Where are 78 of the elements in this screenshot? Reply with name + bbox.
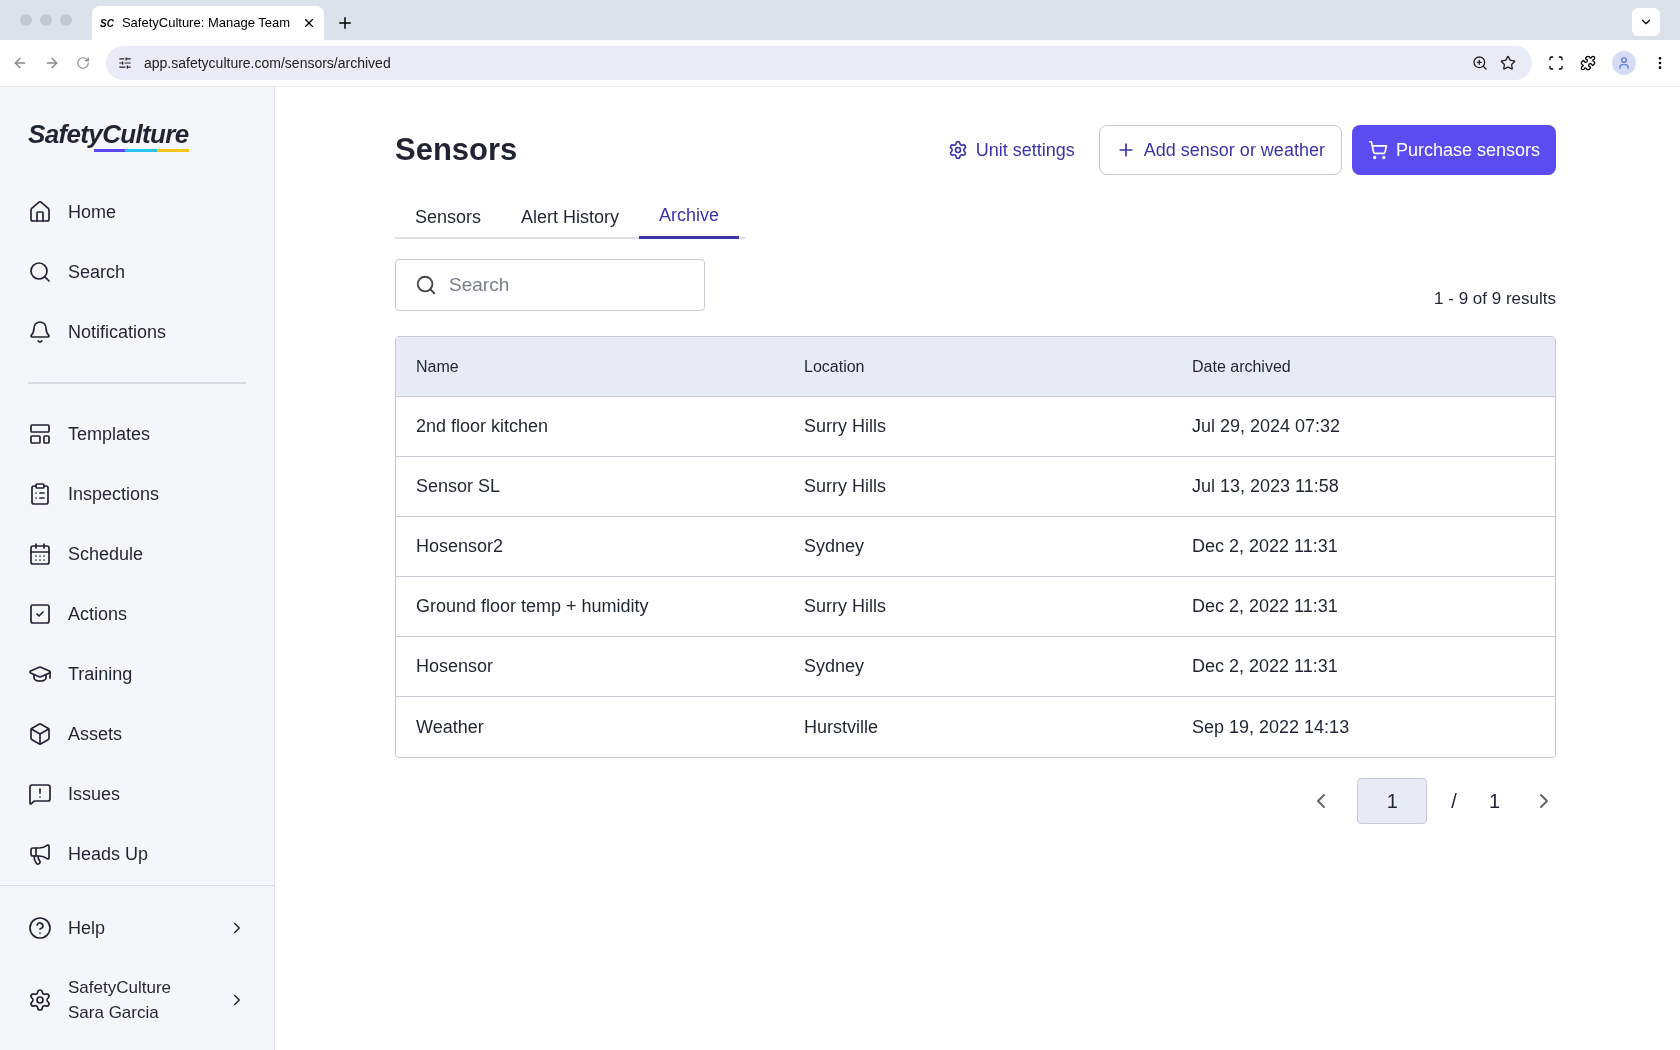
- page-number-field[interactable]: 1: [1357, 778, 1428, 824]
- screenshot-icon[interactable]: [1548, 55, 1564, 71]
- cart-icon: [1367, 140, 1388, 160]
- cube-icon: [28, 722, 52, 746]
- nav-item[interactable]: Heads Up: [0, 824, 274, 884]
- table-cell-text: Jul 13, 2023 11:58: [1192, 475, 1340, 498]
- close-icon[interactable]: [302, 16, 316, 30]
- nav-item[interactable]: Home: [0, 182, 274, 242]
- nav-item[interactable]: Templates: [0, 404, 274, 464]
- megaphone-icon: [28, 842, 52, 866]
- column-header: Name: [416, 356, 460, 377]
- search-icon: [415, 274, 437, 296]
- logo: SafetyCulture: [28, 121, 189, 152]
- clipboard-icon: [28, 482, 52, 506]
- checkbox-icon: [28, 602, 52, 626]
- home-icon: [28, 200, 52, 224]
- bell-icon: [28, 320, 52, 344]
- calendar-icon: [28, 542, 52, 566]
- table-cell-text: Surry Hills: [804, 475, 887, 498]
- table-cell-text: Surry Hills: [804, 415, 887, 438]
- table-cell-text: Dec 2, 2022 11:31: [1192, 535, 1339, 558]
- table-cell-text: 2nd floor kitchen: [416, 415, 550, 438]
- browser-tab[interactable]: SC SafetyCulture: Manage Team: [92, 6, 324, 40]
- results-count: 1 - 9 of 9 results: [1434, 287, 1556, 310]
- nav-item[interactable]: Schedule: [0, 524, 274, 584]
- table-cell-text: Hosensor: [416, 655, 495, 678]
- alert-message-icon: [28, 782, 52, 806]
- new-tab-icon[interactable]: [336, 14, 354, 32]
- table-cell-text: Jul 29, 2024 07:32: [1192, 415, 1342, 438]
- tab[interactable]: Archive: [639, 195, 740, 239]
- nav-item[interactable]: Actions: [0, 584, 274, 644]
- star-icon[interactable]: [1500, 55, 1516, 71]
- table-cell-text: Ground floor temp + humidity: [416, 595, 650, 618]
- add-sensor-button[interactable]: Add sensor or weather: [1098, 125, 1342, 175]
- column-header: Location: [804, 356, 866, 377]
- table-cell-text: Weather: [416, 715, 485, 739]
- table-cell-text: Sydney: [804, 655, 866, 678]
- site-settings-icon[interactable]: [118, 56, 132, 70]
- help-item[interactable]: Help: [0, 894, 274, 962]
- purchase-sensors-button[interactable]: Purchase sensors: [1351, 125, 1556, 175]
- table-cell-text: Hosensor2: [416, 535, 505, 558]
- search-icon: [28, 260, 52, 284]
- nav-item[interactable]: Training: [0, 644, 274, 704]
- forward-icon[interactable]: [44, 55, 60, 71]
- org-name: SafetyCulture: [68, 977, 172, 999]
- column-header: Date archived: [1192, 356, 1292, 377]
- account-item[interactable]: SafetyCulture Sara Garcia: [0, 962, 274, 1038]
- help-icon: [28, 916, 52, 940]
- nav-item[interactable]: Issues: [0, 764, 274, 824]
- page-title: Sensors: [395, 130, 519, 169]
- back-icon[interactable]: [12, 55, 28, 71]
- zoom-icon[interactable]: [1472, 55, 1488, 71]
- table-cell-text: Hurstville: [804, 715, 879, 739]
- profile-icon[interactable]: [1612, 51, 1636, 75]
- gear-icon: [947, 140, 968, 160]
- settings-icon: [28, 988, 52, 1012]
- user-name: Sara Garcia: [68, 1002, 160, 1024]
- reload-icon[interactable]: [76, 56, 90, 70]
- page-separator: /: [1451, 789, 1457, 814]
- table-cell-text: Surry Hills: [804, 595, 887, 618]
- address-bar[interactable]: app.safetyculture.com/sensors/archived: [106, 46, 1532, 80]
- table-cell-text: Dec 2, 2022 11:31: [1192, 655, 1339, 678]
- unit-settings-button[interactable]: Unit settings: [947, 136, 1075, 164]
- tab[interactable]: Alert History: [501, 195, 640, 239]
- table-cell-text: Sep 19, 2022 14:13: [1192, 715, 1351, 739]
- nav-item[interactable]: Assets: [0, 704, 274, 764]
- extensions-icon[interactable]: [1580, 55, 1596, 71]
- nav-item[interactable]: Notifications: [0, 302, 274, 362]
- search-field[interactable]: Search: [395, 259, 705, 311]
- tab-title: SafetyCulture: Manage Team: [121, 14, 292, 33]
- table-cell-text: Sydney: [804, 535, 866, 558]
- table-cell-text: Dec 2, 2022 11:31: [1192, 595, 1339, 618]
- layout-icon: [28, 422, 52, 446]
- tab[interactable]: Sensors: [395, 195, 502, 239]
- table-cell-text: Sensor SL: [416, 475, 502, 498]
- nav-item[interactable]: Inspections: [0, 464, 274, 524]
- nav-item[interactable]: Search: [0, 242, 274, 302]
- total-pages: 1: [1487, 789, 1501, 814]
